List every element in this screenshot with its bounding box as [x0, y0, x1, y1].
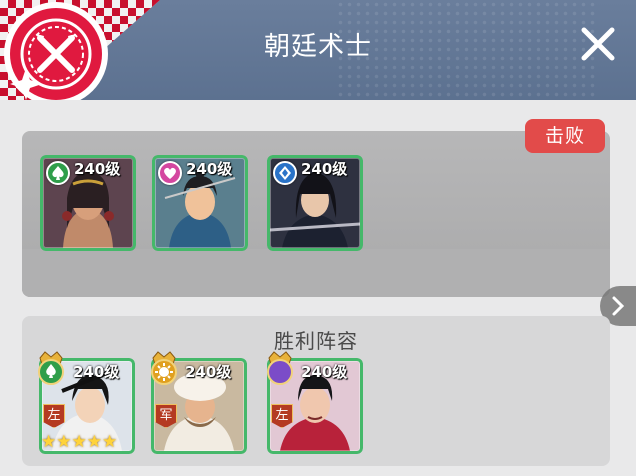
star-icon: ★: [56, 432, 72, 452]
star-icon: ★: [71, 432, 87, 452]
star-icon: ★: [86, 432, 102, 452]
star-icon: ★: [102, 432, 118, 452]
moon-crest-icon: [267, 351, 293, 385]
hero-level: 240级: [185, 363, 232, 381]
hero-level: 240级: [74, 160, 121, 178]
victory-lineup-title: 胜利阵容: [274, 329, 358, 353]
enemy-hero-card[interactable]: 240级: [267, 155, 363, 251]
defeat-badge: 击败: [525, 119, 605, 153]
diamond-icon: [273, 161, 297, 185]
enemy-hero-card[interactable]: 240级: [40, 155, 136, 251]
enemy-hero-card[interactable]: 240级: [152, 155, 248, 251]
spade-crest-icon: [38, 351, 64, 385]
heart-icon: [158, 161, 182, 185]
close-icon[interactable]: [576, 22, 620, 66]
hero-level: 240级: [186, 160, 233, 178]
star-rating: ★★★★★: [41, 432, 118, 452]
sun-crest-icon: [151, 351, 177, 385]
page-title: 朝廷术士: [263, 32, 372, 62]
hero-level: 240级: [73, 363, 120, 381]
hero-level: 240级: [301, 363, 348, 381]
hero-level: 240级: [301, 160, 348, 178]
star-icon: ★: [41, 432, 57, 452]
enemy-panel-footer: [22, 249, 610, 297]
spade-icon: [46, 161, 70, 185]
